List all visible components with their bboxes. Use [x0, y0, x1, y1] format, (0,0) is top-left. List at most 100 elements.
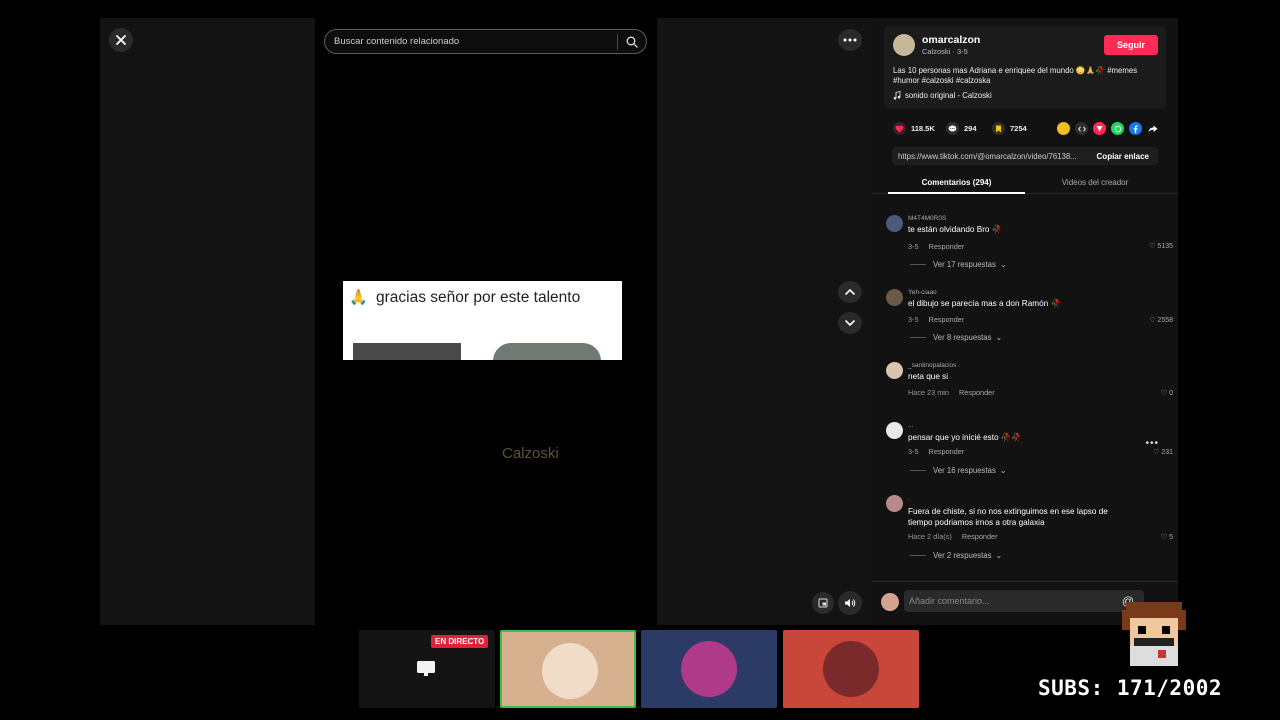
author-avatar[interactable] [893, 34, 915, 56]
like-count: 118.5K [911, 124, 935, 133]
commenter-avatar[interactable] [886, 422, 903, 439]
comment-like-button[interactable]: ♡ 231 [1153, 448, 1173, 456]
video-url[interactable]: https://www.tiktok.com/@omarcalzon/video… [892, 152, 1088, 161]
like-button[interactable]: 118.5K [893, 122, 935, 135]
comment-date: 3-5 [908, 447, 919, 456]
comment-like-button[interactable]: ♡ 5 [1161, 533, 1173, 541]
commenter-username[interactable]: Yeh-ciaao [908, 289, 937, 296]
comment-item: . Fuera de chiste, si no nos extinguimos… [886, 495, 1173, 563]
view-replies-label: Ver 2 respuestas [933, 551, 992, 560]
view-replies-button[interactable]: Ver 8 respuestas ⌄ [910, 333, 1002, 342]
video-frame: 🙏 gracias señor por este talento [343, 281, 622, 360]
comments-button[interactable]: 294 [946, 122, 977, 135]
video-caption-text: gracias señor por este talento [376, 289, 581, 306]
more-options-button[interactable] [838, 29, 862, 51]
reply-button[interactable]: Responder [962, 532, 998, 541]
more-horizontal-icon [843, 38, 857, 42]
comment-meta: Hace 2 día(s) Responder [908, 532, 998, 541]
comment-text: el dibujo se parecía mas a don Ramón 🥀 [908, 299, 1061, 308]
left-backdrop-panel [100, 18, 315, 625]
comment-input[interactable] [904, 596, 1122, 606]
view-replies-label: Ver 17 respuestas [933, 260, 996, 269]
video-watermark: Calzoski [502, 445, 559, 462]
video-link-box: https://www.tiktok.com/@omarcalzon/video… [892, 147, 1158, 165]
comment-like-count: 0 [1169, 390, 1173, 397]
video-image-right [493, 343, 601, 360]
reply-button[interactable]: Responder [929, 315, 965, 324]
follow-button[interactable]: Seguir [1104, 35, 1158, 55]
tab-creator-videos[interactable]: Videos del creador [1025, 178, 1165, 187]
scene-thumbnail-avatar-3[interactable] [783, 630, 919, 708]
chevron-down-icon: ⌄ [995, 551, 1003, 560]
spiderman-avatar-image [823, 641, 879, 697]
copy-link-button[interactable]: Copiar enlace [1088, 152, 1158, 161]
commenter-avatar[interactable] [886, 289, 903, 306]
author-card: omarcalzon Calzoski · 3-5 Seguir Las 10 … [884, 26, 1166, 109]
pip-icon [818, 598, 828, 608]
anime-avatar-image [542, 643, 598, 699]
comment-like-button[interactable]: ♡ 5135 [1149, 242, 1173, 250]
scene-thumbnail-avatar-1[interactable] [500, 630, 636, 708]
comment-like-count: 5135 [1157, 243, 1173, 250]
author-nickname-date: Calzoski · 3-5 [922, 47, 968, 56]
commenter-username[interactable]: M4T4M0R0S [908, 215, 946, 222]
picture-in-picture-button[interactable] [812, 592, 834, 614]
video-image-left [353, 343, 461, 360]
volume-button[interactable] [838, 591, 862, 615]
video-description: Las 10 personas mas Adriana e enriquee d… [893, 66, 1138, 85]
scene-thumbnail-avatar-2[interactable] [641, 630, 777, 708]
anime-avatar-image [681, 641, 737, 697]
coin-icon[interactable] [1057, 122, 1070, 135]
comment-date: Hace 23 min [908, 388, 949, 397]
subscriber-counter: SUBS: 171/2002 [1038, 676, 1223, 700]
send-icon[interactable] [1093, 122, 1106, 135]
comment-item: _santinopalacios neta que si Hace 23 min… [886, 362, 1173, 398]
reply-button[interactable]: Responder [929, 447, 965, 456]
sound-name: sonido original - Calzoski [905, 91, 992, 100]
reply-button[interactable]: Responder [959, 388, 995, 397]
facebook-icon[interactable] [1129, 122, 1142, 135]
next-video-button[interactable] [838, 312, 862, 334]
chevron-up-icon [845, 288, 855, 295]
commenter-avatar[interactable] [886, 215, 903, 232]
view-replies-button[interactable]: Ver 2 respuestas ⌄ [910, 551, 1002, 560]
view-replies-button[interactable]: Ver 16 respuestas ⌄ [910, 466, 1006, 475]
favorite-button[interactable]: 7254 [992, 122, 1027, 135]
comment-field: @ [904, 590, 1144, 612]
commenter-avatar[interactable] [886, 495, 903, 512]
commenter-username[interactable]: ... [908, 422, 913, 429]
tab-comments[interactable]: Comentarios (294) [888, 178, 1025, 187]
heart-icon [893, 122, 906, 135]
search-button[interactable] [618, 29, 646, 54]
whatsapp-icon[interactable] [1111, 122, 1124, 135]
comment-like-button[interactable]: ♡ 0 [1161, 389, 1173, 397]
sound-link[interactable]: sonido original - Calzoski [893, 91, 992, 100]
comment-like-count: 2558 [1157, 317, 1173, 324]
embed-icon[interactable] [1075, 122, 1088, 135]
author-username[interactable]: omarcalzon [922, 34, 980, 46]
chevron-down-icon: ⌄ [999, 260, 1007, 269]
comment-item: M4T4M0R0S te están olvidando Bro 🥀 3-5 Re… [886, 215, 1173, 270]
search-input[interactable] [325, 36, 617, 47]
reply-button[interactable]: Responder [929, 242, 965, 251]
comment-bar-divider [872, 581, 1178, 582]
previous-video-button[interactable] [838, 281, 862, 303]
comment-like-button[interactable]: ♡ 2558 [1149, 316, 1173, 324]
music-note-icon [893, 91, 901, 100]
comment-item: ... pensar que yo inicié esto 🥀🥀 3-5 Resp… [886, 422, 1173, 478]
speaker-icon [845, 599, 856, 607]
comment-text: te están olvidando Bro 🥀 [908, 225, 1002, 234]
close-button[interactable] [109, 28, 133, 52]
commenter-username[interactable]: _santinopalacios [908, 362, 956, 369]
search-icon [626, 36, 638, 48]
related-search-bar [324, 29, 647, 54]
comment-count: 294 [964, 124, 977, 133]
view-replies-button[interactable]: Ver 17 respuestas ⌄ [910, 260, 1006, 269]
monitor-icon [417, 661, 435, 676]
commenter-username[interactable]: . [908, 495, 910, 502]
commenter-avatar[interactable] [886, 362, 903, 379]
comment-meta: Hace 23 min Responder [908, 388, 995, 397]
share-arrow-icon[interactable] [1146, 122, 1159, 135]
praying-hands-emoji: 🙏 [349, 289, 368, 306]
comment-date: 3-5 [908, 242, 919, 251]
